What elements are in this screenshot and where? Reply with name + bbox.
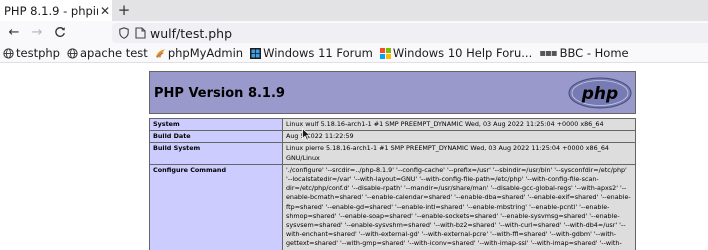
close-tab-icon[interactable]: ✕ [98, 4, 112, 18]
row-key: Configure Command [149, 163, 283, 250]
row-key: System [149, 117, 283, 132]
bookmark-windows-10-help-forums[interactable]: Windows 10 Help Foru... [379, 46, 533, 60]
tab-strip: PHP 8.1.9 - phpinfo() ✕ + [0, 0, 708, 21]
bookmark-windows-11-forum[interactable]: Windows 11 Forum [250, 46, 373, 60]
reload-icon[interactable] [51, 23, 69, 42]
row-value: Linux wulf 5.18.16-arch1-1 #1 SMP PREEMP… [282, 117, 636, 132]
bbc-icon: ▪▪▪ [539, 47, 557, 59]
bookmark-label: phpMyAdmin [167, 46, 244, 60]
phpinfo-table: System Linux wulf 5.18.16-arch1-1 #1 SMP… [149, 117, 636, 250]
mouse-cursor-icon [302, 127, 312, 144]
php-logo-icon[interactable]: php [568, 77, 632, 112]
navigation-toolbar: ← → wulf/test.php [0, 21, 708, 44]
shield-icon[interactable] [118, 27, 130, 39]
row-value: './configure' '--srcdir=../php-8.1.9' '-… [282, 163, 636, 250]
page-info-icon[interactable] [134, 27, 146, 39]
php-version-header: PHP Version 8.1.9 php [149, 71, 636, 114]
back-arrow-icon[interactable]: ← [5, 23, 23, 42]
forward-arrow-icon[interactable]: → [28, 23, 46, 42]
tab-title: PHP 8.1.9 - phpinfo() [4, 3, 98, 18]
phpmyadmin-icon [155, 48, 166, 59]
bookmark-label: Windows 11 Forum [263, 46, 373, 60]
url-text: wulf/test.php [150, 25, 233, 41]
bookmark-label: BBC - Home [559, 46, 629, 60]
bookmark-label: apache test [79, 46, 148, 60]
page-content: PHP Version 8.1.9 php System Linux wulf … [0, 63, 708, 250]
globe-icon [67, 47, 78, 59]
row-value: Aug 5 2022 11:22:59 [282, 130, 636, 144]
table-row: Build Date Aug 5 2022 11:22:59 [149, 130, 636, 144]
globe-icon [3, 47, 14, 59]
table-row: System Linux wulf 5.18.16-arch1-1 #1 SMP… [149, 117, 636, 132]
php-version-heading: PHP Version 8.1.9 [154, 86, 285, 101]
new-tab-button[interactable]: + [116, 0, 132, 21]
bookmarks-bar: testphp apache test phpMyAdmin Windows 1… [0, 44, 708, 63]
table-row: Build System Linux pierre 5.18.16-arch1-… [149, 142, 636, 165]
row-value: Linux pierre 5.18.16-arch1-1 #1 SMP PREE… [282, 142, 636, 165]
windows-color-icon [379, 47, 391, 59]
bookmark-label: testphp [16, 46, 60, 60]
windows-icon [250, 47, 262, 59]
address-bar[interactable]: wulf/test.php [112, 23, 708, 43]
bookmark-testphp[interactable]: testphp [3, 46, 60, 60]
bookmark-apache-test[interactable]: apache test [67, 46, 148, 60]
bookmark-bbc-home[interactable]: ▪▪▪ BBC - Home [539, 46, 628, 60]
bookmark-phpmyadmin[interactable]: phpMyAdmin [155, 46, 243, 60]
row-key: Build Date [149, 130, 283, 144]
row-key: Build System [149, 142, 283, 165]
php-logo-text: php [581, 84, 618, 104]
table-row: Configure Command './configure' '--srcdi… [149, 163, 636, 250]
tab-phpinfo[interactable]: PHP 8.1.9 - phpinfo() ✕ [0, 0, 112, 21]
bookmark-label: Windows 10 Help Foru... [392, 46, 533, 60]
